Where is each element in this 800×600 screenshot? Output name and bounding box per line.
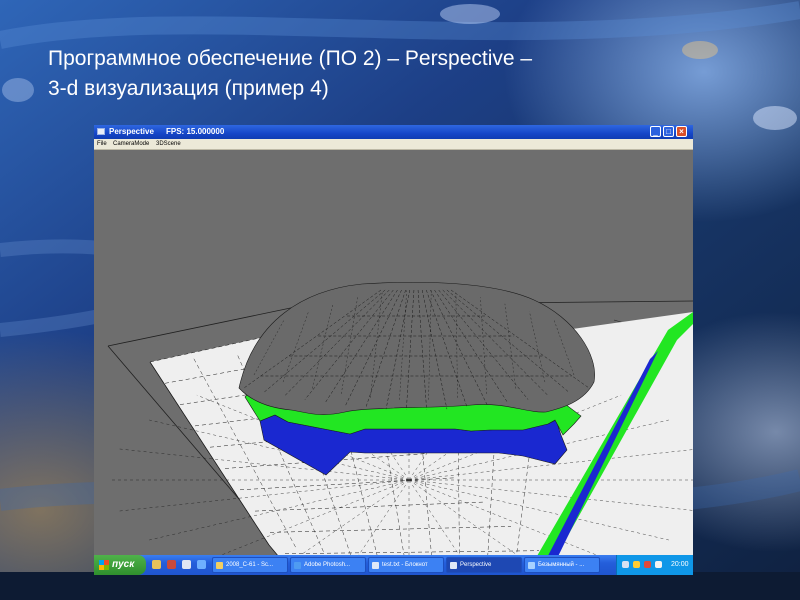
menu-file[interactable]: File: [97, 139, 107, 149]
window-titlebar[interactable]: Perspective FPS: 15.000000 _ □ ×: [94, 125, 693, 139]
tray-antivirus-icon[interactable]: [644, 561, 651, 568]
perspective-window: Perspective FPS: 15.000000 _ □ × File Ca…: [94, 125, 693, 575]
photoshop-icon: [294, 562, 301, 569]
tray-security-icon[interactable]: [633, 561, 640, 568]
quicklaunch-desktop-icon[interactable]: [182, 560, 191, 569]
windows-logo-icon: [99, 560, 109, 570]
quicklaunch-media-icon[interactable]: [167, 560, 176, 569]
system-tray: 20:00: [616, 555, 693, 575]
tray-volume-icon[interactable]: [655, 561, 662, 568]
3d-viewport[interactable]: [94, 150, 693, 575]
app-window-icon: [97, 128, 105, 135]
folder-icon: [216, 562, 223, 569]
slide-title-line-1: Программное обеспечение (ПО 2) – Perspec…: [48, 47, 533, 70]
menu-camera-mode[interactable]: CameraMode: [113, 139, 149, 149]
task-label: test.txt - Блокнот: [382, 562, 428, 568]
notepad-icon: [372, 562, 379, 569]
close-button[interactable]: ×: [676, 126, 687, 137]
menu-3d-scene[interactable]: 3DScene: [156, 139, 181, 149]
slide-title: Программное обеспечение (ПО 2) – Perspec…: [48, 44, 688, 104]
slide-title-line-2: 3-d визуализация (пример 4): [48, 77, 329, 100]
task-label: Безымянный - ...: [538, 562, 585, 568]
maximize-button[interactable]: □: [663, 126, 674, 137]
start-button[interactable]: пуск: [94, 555, 146, 575]
quicklaunch-explorer-icon[interactable]: [152, 560, 161, 569]
task-label: Adobe Photosh...: [304, 562, 351, 568]
task-2008-c61[interactable]: 2008_C-61 - Sc...: [212, 557, 288, 573]
task-paint[interactable]: Безымянный - ...: [524, 557, 600, 573]
clock: 20:00: [671, 561, 689, 568]
start-label: пуск: [112, 559, 135, 570]
task-label: 2008_C-61 - Sc...: [226, 562, 274, 568]
taskbar: пуск 2008_C-61 - Sc... Adobe Photosh... …: [94, 555, 693, 575]
minimize-button[interactable]: _: [650, 126, 661, 137]
app-window-icon: [450, 562, 457, 569]
task-perspective[interactable]: Perspective: [446, 557, 522, 573]
tray-network-icon[interactable]: [622, 561, 629, 568]
task-notepad[interactable]: test.txt - Блокнот: [368, 557, 444, 573]
task-label: Perspective: [460, 562, 492, 568]
window-title: Perspective: [109, 127, 154, 136]
quicklaunch-browser-icon[interactable]: [197, 560, 206, 569]
task-adobe-photoshop[interactable]: Adobe Photosh...: [290, 557, 366, 573]
fps-readout: FPS: 15.000000: [166, 127, 225, 136]
paint-icon: [528, 562, 535, 569]
menu-bar: File CameraMode 3DScene: [94, 139, 693, 150]
